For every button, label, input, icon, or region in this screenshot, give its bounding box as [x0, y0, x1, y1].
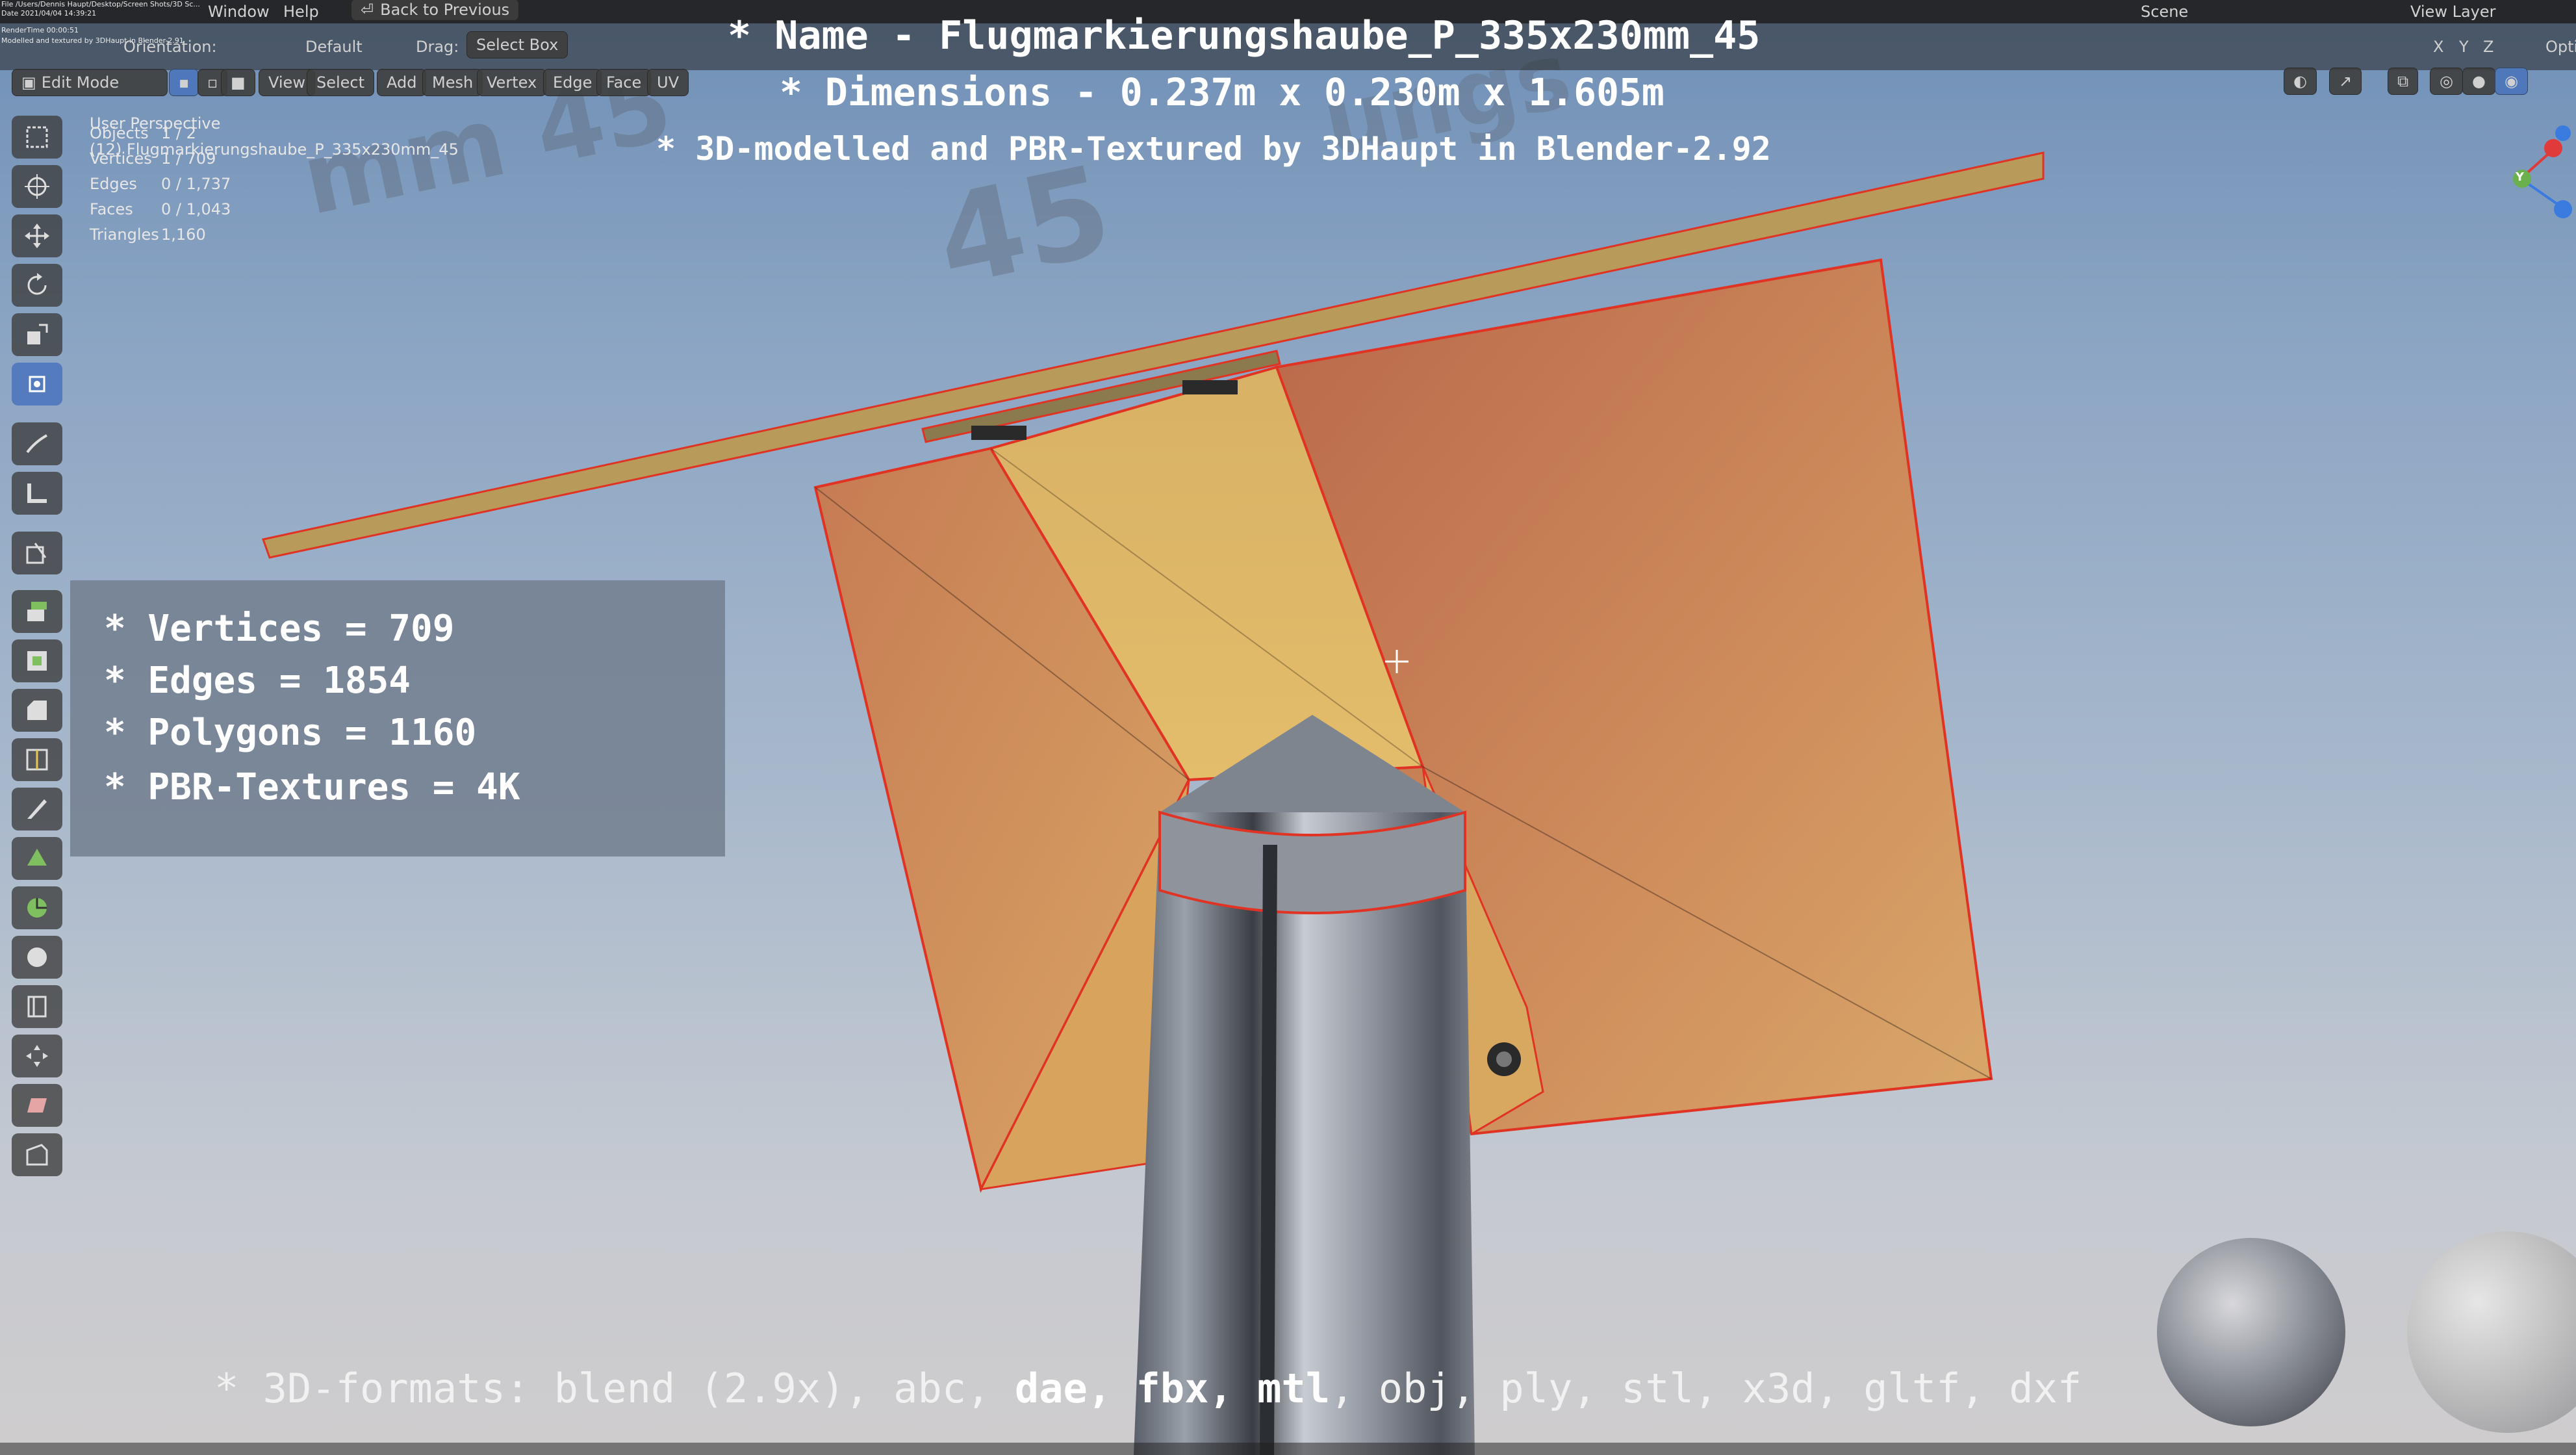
- render-time: RenderTime 00:00:51: [1, 26, 79, 34]
- menu-edge[interactable]: Edge: [543, 69, 602, 96]
- edit-mode-icon: ▣: [21, 73, 36, 92]
- overlay-formats-line: * 3D-formats: blend (2.9x), abc, dae, fb…: [214, 1365, 2082, 1412]
- menu-help[interactable]: Help: [283, 3, 319, 21]
- cursor-tool[interactable]: [12, 165, 62, 208]
- gizmo-y-label[interactable]: Y: [2516, 170, 2524, 184]
- formats-part: dae, fbx, mtl: [1014, 1365, 1331, 1412]
- gizmos-dropdown[interactable]: ↗: [2329, 68, 2362, 95]
- scale-icon: [27, 324, 48, 344]
- menu-face[interactable]: Face: [596, 69, 652, 96]
- knife-icon: [27, 799, 47, 819]
- smooth-icon: [27, 947, 47, 967]
- menu-uv[interactable]: UV: [647, 69, 689, 96]
- rotate-tool[interactable]: [12, 264, 62, 307]
- cursor-icon: [25, 174, 49, 199]
- transform-icon: [29, 376, 45, 393]
- overlay-dimensions-line: * Dimensions - 0.237m x 0.230m x 1.605m: [780, 70, 1664, 114]
- shrink-fatten-tool[interactable]: [12, 1035, 62, 1077]
- add-cube-tool[interactable]: [12, 532, 62, 574]
- menu-vertex[interactable]: Vertex: [477, 69, 547, 96]
- stat-row: Faces 0 / 1,043: [90, 200, 231, 218]
- drag-label: Drag:: [416, 38, 459, 56]
- formats-prefix: * 3D-formats:: [214, 1365, 554, 1412]
- move-icon: [25, 224, 49, 248]
- stat-row: Triangles 1,160: [90, 225, 206, 244]
- info-polygons: * Polygons = 1160: [104, 712, 477, 754]
- inset-icon: [27, 651, 47, 671]
- xray-toggle[interactable]: ⧉: [2388, 68, 2419, 95]
- axis-z-toggle[interactable]: Z: [2483, 38, 2493, 56]
- edge-slide-icon: [27, 996, 47, 1018]
- rip-region-icon: [26, 1144, 48, 1166]
- viewport-statistics: Objects 1 / 2 Vertices 1 / 709 Edges 0 / 1,…: [90, 121, 231, 248]
- overlay-name-line: * Name - Flugmarkierungshaube_P_335x230m…: [728, 13, 1761, 58]
- stat-row: Edges 0 / 1,737: [90, 175, 231, 193]
- menu-mesh[interactable]: Mesh: [422, 69, 483, 96]
- inset-faces-tool[interactable]: [12, 639, 62, 682]
- back-to-previous-button[interactable]: ⏎ Back to Previous: [351, 0, 520, 21]
- shear-tool[interactable]: [12, 1084, 62, 1127]
- measure-tool[interactable]: [12, 472, 62, 515]
- axis-y-toggle[interactable]: Y: [2459, 38, 2469, 56]
- info-vertices: * Vertices = 709: [104, 608, 455, 650]
- overlay-modelled-line: * 3D-modelled and PBR-Textured by 3DHaup…: [656, 130, 1771, 168]
- formats-part: , obj, ply, stl, x3d, gltf, dxf: [1330, 1365, 2082, 1412]
- spin-tool[interactable]: [12, 886, 62, 929]
- status-bar: [0, 1443, 2576, 1455]
- rotate-icon: [27, 273, 47, 295]
- shading-rendered-button[interactable]: ◉: [2495, 68, 2528, 95]
- orientation-label: Orientation:: [123, 38, 217, 56]
- bevel-tool[interactable]: [12, 689, 62, 732]
- knife-tool[interactable]: [12, 788, 62, 831]
- rip-region-tool[interactable]: [12, 1133, 62, 1176]
- info-edges: * Edges = 1854: [104, 660, 411, 702]
- add-cube-icon: [26, 543, 47, 564]
- stat-row: Objects 1 / 2: [90, 124, 196, 142]
- shading-solid-button[interactable]: ●: [2462, 68, 2495, 95]
- axis-x-toggle[interactable]: X: [2433, 38, 2443, 56]
- tool-shelf: [9, 116, 69, 1246]
- spin-icon: [27, 898, 47, 918]
- extrude-icon: [27, 602, 47, 621]
- drag-select-box-dropdown[interactable]: Select Box: [466, 31, 568, 58]
- loop-cut-icon: [26, 749, 48, 771]
- loop-cut-tool[interactable]: [12, 738, 62, 781]
- shrink-fatten-icon: [26, 1045, 48, 1067]
- stat-row: Vertices 1 / 709: [90, 149, 216, 168]
- measure-icon: [27, 483, 47, 503]
- options-button[interactable]: Opti: [2545, 38, 2576, 56]
- move-tool[interactable]: [12, 214, 62, 257]
- scene-selector[interactable]: Scene: [2141, 3, 2188, 21]
- scale-tool[interactable]: [12, 313, 62, 356]
- overlays-dropdown[interactable]: ◐: [2284, 68, 2317, 95]
- mesh-info-panel: * Vertices = 709 * Edges = 1854 * Polygo…: [70, 580, 725, 856]
- bevel-icon: [27, 701, 47, 720]
- annotate-tool[interactable]: [12, 422, 62, 465]
- select-box-tool[interactable]: [12, 116, 62, 159]
- poly-build-icon: [27, 849, 47, 866]
- menu-select[interactable]: Select: [307, 69, 375, 96]
- shear-icon: [27, 1098, 47, 1113]
- view-layer-selector[interactable]: View Layer: [2410, 3, 2496, 21]
- annotate-icon: [26, 434, 47, 454]
- poly-build-tool[interactable]: [12, 837, 62, 880]
- smooth-tool[interactable]: [12, 936, 62, 979]
- face-select-mode-button[interactable]: ■: [221, 69, 255, 96]
- edit-mode-dropdown[interactable]: ▣ Edit Mode: [12, 69, 168, 96]
- render-file-path: File /Users/Dennis Haupt/Desktop/Screen …: [1, 0, 200, 8]
- extrude-region-tool[interactable]: [12, 590, 62, 633]
- info-pbr-textures: * PBR-Textures = 4K: [104, 766, 520, 808]
- transform-orientation-dropdown[interactable]: Default: [305, 38, 363, 56]
- menu-add[interactable]: Add: [377, 69, 427, 96]
- select-box-icon: [26, 126, 48, 148]
- formats-part: blend (2.9x), abc,: [554, 1365, 1015, 1412]
- vertex-select-mode-button[interactable]: ▪: [169, 69, 199, 96]
- back-icon: ⏎: [361, 1, 374, 19]
- menu-window[interactable]: Window: [208, 3, 270, 21]
- shading-wireframe-button[interactable]: ◎: [2430, 68, 2463, 95]
- render-date: Date 2021/04/04 14:39:21: [1, 9, 97, 18]
- edge-slide-tool[interactable]: [12, 985, 62, 1028]
- transform-tool[interactable]: [12, 363, 62, 406]
